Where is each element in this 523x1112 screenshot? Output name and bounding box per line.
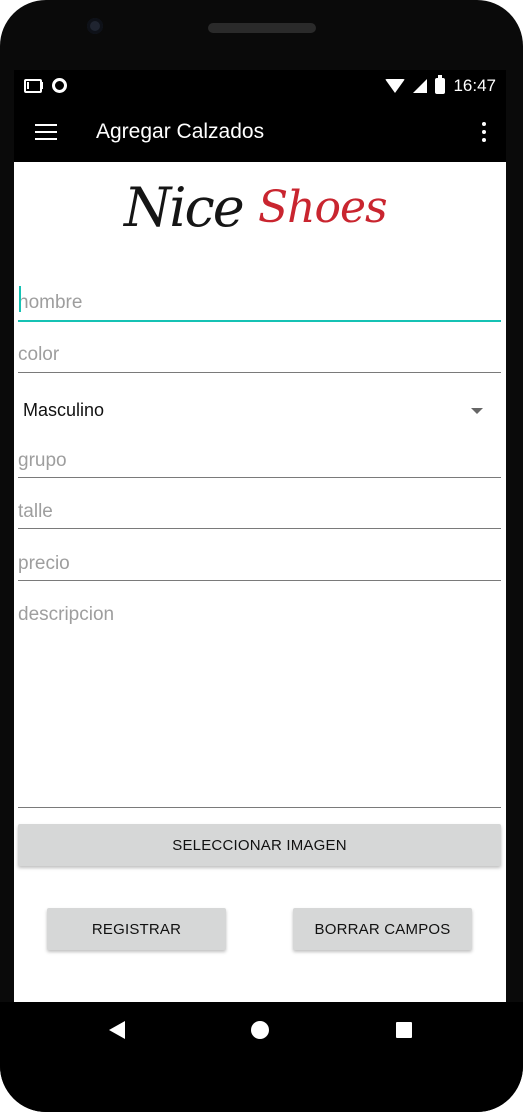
overflow-menu-icon[interactable] (482, 122, 486, 142)
hamburger-menu-icon[interactable] (35, 124, 57, 140)
precio-input[interactable] (18, 553, 501, 575)
top-bezel (0, 0, 523, 70)
battery-icon (435, 75, 446, 94)
nombre-input[interactable] (18, 292, 501, 314)
status-bar: 16:47 (14, 70, 506, 104)
page-title: Agregar Calzados (96, 120, 265, 143)
form-content: Nice Shoes Masculino (14, 162, 506, 1002)
recent-apps-icon[interactable] (396, 1022, 412, 1038)
sync-notification-icon (52, 78, 67, 93)
signal-icon (413, 79, 428, 93)
logo-word-nice: Nice (124, 176, 245, 239)
home-icon[interactable] (251, 1021, 269, 1039)
earpiece-speaker (208, 23, 316, 33)
descripcion-textarea[interactable] (18, 604, 501, 799)
screen: 16:47 Agregar Calzados Nice Shoes Mascul… (14, 70, 506, 1002)
phone-device: 16:47 Agregar Calzados Nice Shoes Mascul… (0, 0, 523, 1112)
color-field-container (18, 334, 501, 373)
grupo-field-container (18, 440, 501, 478)
genero-selected-value: Masculino (23, 400, 105, 420)
navigation-bar (0, 1002, 523, 1112)
text-cursor (19, 286, 21, 312)
nice-shoes-logo: Nice Shoes (124, 170, 388, 260)
app-bar: Agregar Calzados (14, 104, 506, 162)
color-input[interactable] (18, 344, 501, 366)
status-time: 16:47 (453, 76, 496, 95)
genero-spinner[interactable]: Masculino (18, 386, 501, 434)
grupo-input[interactable] (18, 450, 501, 472)
nombre-field-container (18, 282, 501, 322)
back-icon[interactable] (109, 1021, 125, 1039)
logo-word-shoes: Shoes (258, 182, 388, 233)
registrar-button[interactable]: REGISTRAR (47, 908, 226, 950)
talle-field-container (18, 491, 501, 529)
talle-input[interactable] (18, 501, 501, 523)
dropdown-arrow-icon (471, 408, 483, 414)
front-camera (87, 18, 103, 34)
descripcion-field-container (18, 594, 501, 808)
borrar-campos-button[interactable]: BORRAR CAMPOS (293, 908, 472, 950)
wifi-icon (385, 79, 406, 93)
seleccionar-imagen-button[interactable]: SELECCIONAR IMAGEN (18, 824, 501, 866)
precio-field-container (18, 543, 501, 581)
gmail-notification-icon (24, 78, 43, 93)
